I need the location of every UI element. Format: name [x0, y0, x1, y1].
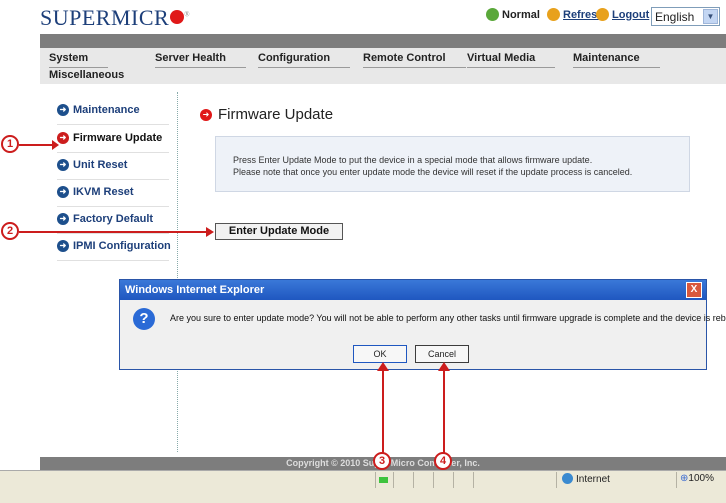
menu-virtual-media[interactable]: Virtual Media [467, 52, 556, 68]
sidebar-separator [57, 179, 169, 180]
progress-icon [379, 477, 388, 483]
status-indicator: Normal [486, 8, 540, 21]
zoom-label: 100% [688, 473, 714, 484]
annotation-1-line [19, 144, 53, 146]
cancel-button[interactable]: Cancel [415, 345, 469, 363]
logo-o-mark [170, 10, 185, 24]
menu-miscellaneous[interactable]: Miscellaneous [49, 69, 124, 81]
sidebar-item-ikvm-reset[interactable]: ➜ IKVM Reset [57, 186, 134, 198]
logout-label[interactable]: Logout [612, 9, 649, 21]
menu-top-bar [40, 34, 726, 48]
sidebar-separator [57, 124, 169, 125]
arrow-right-icon: ➜ [57, 240, 69, 252]
menu-remote-control[interactable]: Remote Control [363, 52, 465, 68]
annotation-4-line [443, 370, 445, 454]
sidebar-item-firmware-update[interactable]: ➜ Firmware Update [57, 132, 162, 144]
arrow-head-icon [52, 140, 59, 150]
globe-icon [562, 473, 573, 484]
check-icon [486, 8, 499, 21]
sidebar-separator [57, 206, 169, 207]
logout-link[interactable]: Logout [596, 8, 649, 21]
arrow-right-icon: ➜ [57, 213, 69, 225]
close-icon[interactable]: X [686, 282, 702, 298]
menu-maintenance[interactable]: Maintenance [573, 52, 660, 68]
annotation-2: 2 [1, 222, 19, 240]
sidebar-item-label: Maintenance [73, 104, 140, 116]
annotation-3: 3 [373, 452, 391, 470]
language-select[interactable]: English ▼ [651, 7, 720, 26]
annotation-4: 4 [434, 452, 452, 470]
refresh-icon [547, 8, 560, 21]
zoom-indicator[interactable]: ⊕100% [680, 473, 714, 484]
chevron-down-icon[interactable]: ▼ [703, 9, 718, 24]
arrow-right-icon: ➜ [57, 159, 69, 171]
dialog-message: Are you sure to enter update mode? You w… [170, 313, 726, 323]
sidebar-separator [57, 152, 169, 153]
sidebar-item-label: Firmware Update [73, 132, 163, 144]
zone-label: Internet [576, 474, 610, 485]
arrow-right-icon: ➜ [57, 104, 69, 116]
sidebar-divider [177, 92, 178, 452]
menu-configuration[interactable]: Configuration [258, 52, 351, 68]
sidebar-separator [57, 233, 169, 234]
supermicro-logo: SUPERMICR ® [40, 5, 191, 30]
sidebar-item-factory-default[interactable]: ➜ Factory Default [57, 213, 153, 225]
logout-icon [596, 8, 609, 21]
annotation-3-line [382, 370, 384, 454]
status-cell [473, 472, 494, 488]
dialog-title: Windows Internet Explorer [120, 280, 706, 300]
status-progress-cell [375, 472, 394, 488]
info-box: Press Enter Update Mode to put the devic… [215, 136, 690, 192]
arrow-head-icon [206, 227, 214, 237]
sidebar-item-label: IPMI Configuration [73, 240, 171, 252]
arrow-right-icon: ➜ [57, 186, 69, 198]
confirm-dialog: Windows Internet Explorer X ? Are you su… [119, 279, 726, 370]
sidebar-item-label: Factory Default [73, 213, 154, 225]
menu-server-health[interactable]: Server Health [155, 52, 246, 68]
status-cell [453, 472, 474, 488]
sidebar-separator [57, 260, 169, 261]
page-title-text: Firmware Update [218, 106, 334, 123]
menu-system[interactable]: System [49, 52, 109, 68]
arrow-right-icon: ➜ [200, 108, 212, 121]
main-menu: System Server Health Configuration Remot… [40, 48, 726, 84]
sidebar-item-label: IKVM Reset [73, 186, 134, 198]
annotation-2-line [19, 231, 207, 233]
sidebar-item-maintenance[interactable]: ➜ Maintenance [57, 104, 140, 116]
question-icon: ? [133, 308, 155, 330]
sidebar-item-label: Unit Reset [73, 159, 128, 171]
status-cell [433, 472, 454, 488]
zone-indicator: Internet [562, 473, 610, 485]
enter-update-mode-button[interactable]: Enter Update Mode [215, 223, 343, 240]
status-cell [413, 472, 434, 488]
browser-status-bar: Internet ⊕100% [0, 470, 726, 503]
info-line-2: Please note that once you enter update m… [233, 167, 633, 177]
page-title: ➜ Firmware Update [200, 106, 333, 123]
arrow-head-icon [438, 362, 450, 371]
sidebar-item-ipmi-configuration[interactable]: ➜ IPMI Configuration [57, 240, 171, 252]
status-cell [393, 472, 414, 488]
language-value: English [655, 10, 695, 24]
status-label: Normal [502, 8, 540, 21]
info-line-1: Press Enter Update Mode to put the devic… [233, 155, 593, 165]
arrow-head-icon [377, 362, 389, 371]
annotation-1: 1 [1, 135, 19, 153]
ok-button[interactable]: OK [353, 345, 407, 363]
sidebar-item-unit-reset[interactable]: ➜ Unit Reset [57, 159, 127, 171]
